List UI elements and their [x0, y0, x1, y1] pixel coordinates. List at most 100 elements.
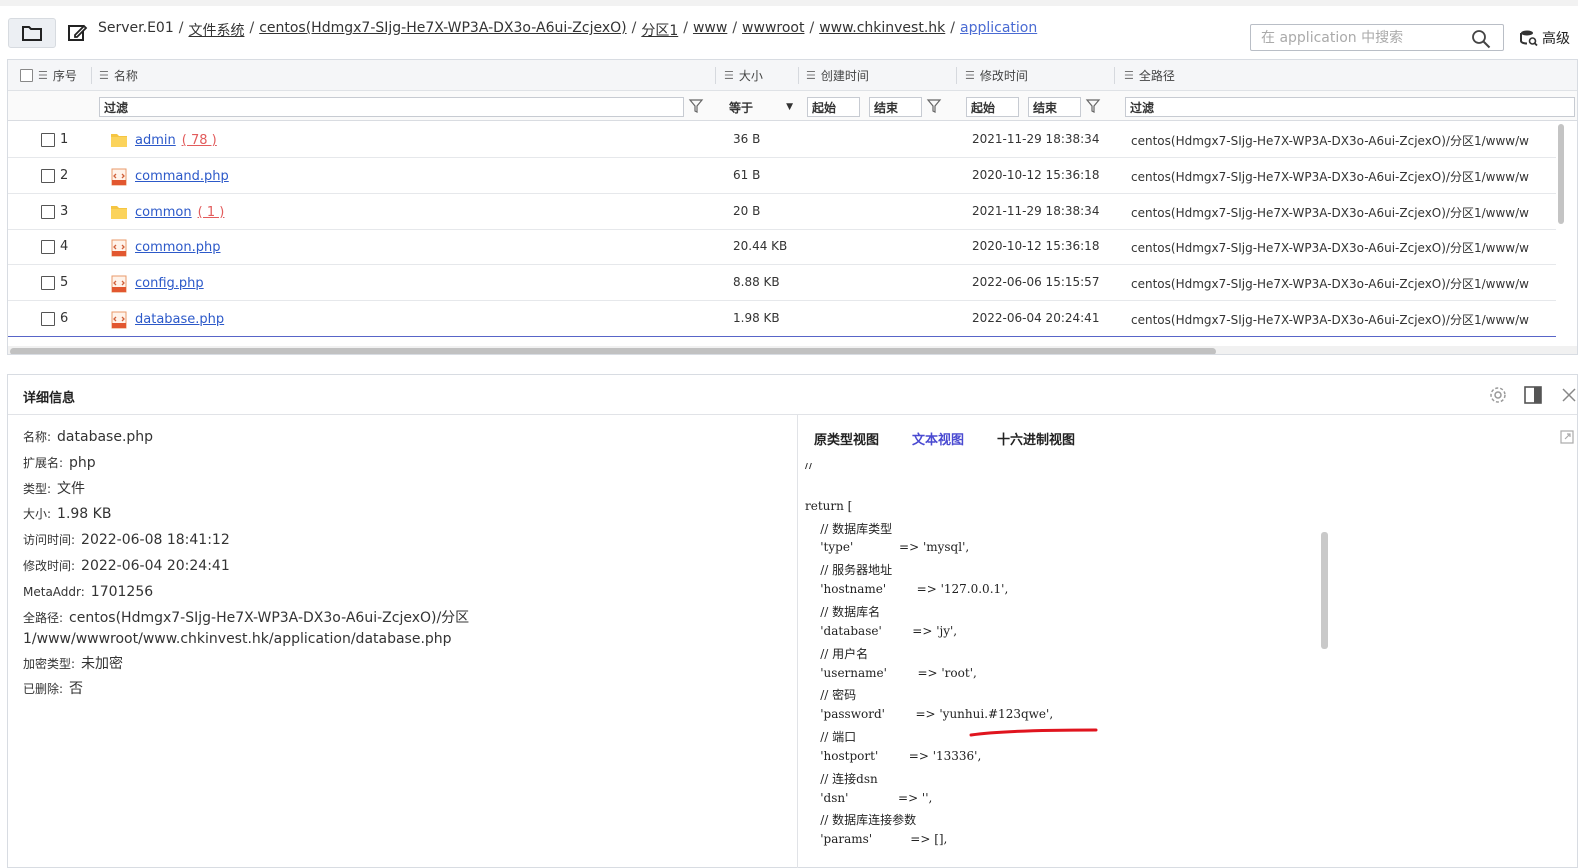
row-index: 3: [60, 203, 69, 219]
file-name-link[interactable]: command.php: [135, 169, 229, 184]
column-menu-icon[interactable]: ☰: [806, 69, 816, 82]
top-toolbar: Server.E01/文件系统 / centos(Hdmgx7-SIjg-He7X-…: [0, 0, 1578, 62]
php-file-icon: [110, 239, 128, 257]
modified-start-input[interactable]: 起始: [966, 97, 1019, 117]
breadcrumb-separator: /: [249, 20, 255, 36]
breadcrumb-item[interactable]: 文件系统: [188, 20, 244, 40]
file-size: 1.98 KB: [733, 311, 780, 325]
code-line: 'username' => 'root',: [805, 665, 977, 680]
breadcrumb-item[interactable]: Server.E01: [98, 20, 174, 40]
code-line: 'params' => [],: [805, 832, 948, 847]
detail-header: 详细信息: [8, 375, 1577, 415]
search-box[interactable]: [1250, 24, 1504, 51]
row-checkbox[interactable]: [41, 240, 55, 255]
header-index[interactable]: ☰ 序号: [20, 60, 77, 91]
breadcrumb-item[interactable]: 分区1: [641, 20, 678, 40]
property-value: centos(Hdmgx7-SIjg-He7X-WP3A-DX3o-A6ui-Z…: [69, 609, 470, 626]
table-row[interactable]: 4 common.php 20.44 KB 2020-10-12 15:36:18 ce…: [8, 229, 1556, 266]
table-row[interactable]: 5 config.php 8.88 KB 2022-06-06 15:15:57 cen…: [8, 265, 1556, 302]
property-key: 访问时间:: [23, 533, 76, 548]
property-value: 否: [69, 681, 84, 698]
column-menu-icon[interactable]: ☰: [99, 69, 109, 82]
size-operator-select[interactable]: 等于 ▼: [725, 97, 795, 117]
gear-icon[interactable]: [1488, 385, 1508, 405]
view-tab[interactable]: 十六进制视图: [997, 429, 1075, 448]
horizontal-scrollbar[interactable]: [10, 348, 1216, 354]
path-filter-input[interactable]: 过滤: [1125, 97, 1575, 117]
file-name-link[interactable]: admin ( 78 ): [135, 133, 217, 148]
php-file-icon: [110, 168, 128, 186]
select-all-checkbox[interactable]: [20, 69, 33, 82]
modified-end-input[interactable]: 结束: [1028, 97, 1081, 117]
property-value: 文件: [57, 480, 86, 497]
property-row: 名称: database.php: [23, 425, 469, 451]
vertical-scrollbar[interactable]: [1558, 124, 1564, 224]
column-menu-icon[interactable]: ☰: [38, 69, 48, 82]
edit-icon[interactable]: [66, 22, 88, 44]
filter-icon[interactable]: [688, 98, 704, 114]
file-name-link[interactable]: config.php: [135, 276, 204, 291]
property-row: MetaAddr: 1701256: [23, 580, 469, 606]
full-path: centos(Hdmgx7-SIjg-He7X-WP3A-DX3o-A6ui-Z…: [1131, 169, 1529, 184]
filter-icon[interactable]: [1085, 98, 1101, 114]
toggle-panel-icon[interactable]: [1523, 385, 1543, 405]
header-fullpath[interactable]: ☰ 全路径: [1124, 60, 1175, 91]
file-name-link[interactable]: common.php: [135, 240, 221, 255]
header-modified[interactable]: ☰ 修改时间: [965, 60, 1028, 91]
property-value: database.php: [57, 429, 154, 445]
header-created[interactable]: ☰ 创建时间: [806, 60, 869, 91]
item-count[interactable]: ( 78 ): [182, 133, 217, 148]
row-checkbox[interactable]: [41, 168, 55, 183]
breadcrumb-separator: /: [809, 20, 815, 36]
row-checkbox[interactable]: [41, 312, 55, 326]
search-input[interactable]: [1251, 25, 1461, 50]
column-menu-icon[interactable]: ☰: [965, 69, 975, 82]
close-icon[interactable]: [1560, 385, 1578, 405]
modified-time: 2020-10-12 15:36:18: [972, 239, 1100, 254]
breadcrumb-item[interactable]: www.chkinvest.hk: [819, 20, 945, 40]
row-index: 4: [60, 239, 69, 255]
file-name-link[interactable]: database.php: [135, 312, 224, 327]
breadcrumb-separator: /: [950, 20, 955, 36]
file-name-link[interactable]: common ( 1 ): [135, 205, 224, 220]
expand-icon[interactable]: [1560, 430, 1574, 444]
header-name[interactable]: ☰ 名称: [99, 60, 138, 91]
row-checkbox[interactable]: [41, 204, 55, 219]
table-row[interactable]: 2 command.php 61 B 2020-10-12 15:36:18 cento…: [8, 158, 1556, 194]
name-filter-input[interactable]: 过滤: [99, 97, 684, 117]
view-tab[interactable]: 文本视图: [912, 429, 964, 448]
php-file-icon: [110, 275, 128, 293]
breadcrumb-item[interactable]: www: [693, 20, 727, 40]
row-index: 2: [60, 167, 69, 183]
table-row[interactable]: 3 common ( 1 ) 20 B 2021-11-29 18:38:34 cento…: [8, 194, 1556, 230]
table-header: ☰ 序号 ☰ 名称 ☰ 大小 ☰ 创建时间 ☰ 修改时间 ☰ 全路径: [8, 60, 1577, 91]
table-row[interactable]: 6 database.php 1.98 KB 2022-06-04 20:24:41 c…: [8, 301, 1556, 337]
property-row-fullpath: 全路径: centos(Hdmgx7-SIjg-He7X-WP3A-DX3o-A6…: [23, 606, 469, 652]
pane-divider[interactable]: [797, 415, 798, 868]
row-checkbox[interactable]: [41, 276, 55, 291]
column-menu-icon[interactable]: ☰: [724, 69, 734, 82]
folder-icon: [110, 132, 128, 148]
code-line: 'type' => 'mysql',: [805, 540, 970, 555]
column-menu-icon[interactable]: ☰: [1124, 69, 1134, 82]
breadcrumb-item[interactable]: application: [960, 20, 1037, 40]
created-end-input[interactable]: 结束: [869, 97, 922, 117]
property-key: 大小:: [23, 507, 52, 522]
view-tab[interactable]: 原类型视图: [814, 429, 879, 448]
search-icon[interactable]: [1471, 29, 1491, 49]
code-line: // 用户名: [805, 646, 869, 661]
code-vertical-scrollbar[interactable]: [1321, 532, 1328, 649]
header-size[interactable]: ☰ 大小: [724, 60, 763, 91]
created-start-input[interactable]: 起始: [807, 97, 860, 117]
advanced-search-button[interactable]: 高级: [1520, 28, 1570, 48]
property-value: 1701256: [90, 583, 154, 600]
breadcrumb-item[interactable]: wwwroot: [742, 20, 804, 40]
view-tabs: 原类型视图 文本视图 十六进制视图: [814, 429, 1108, 448]
table-row[interactable]: 1 admin ( 78 ) 36 B 2021-11-29 18:38:34 cento…: [8, 122, 1556, 158]
filter-icon[interactable]: [926, 98, 942, 114]
property-key: 已删除:: [23, 682, 64, 697]
folder-button[interactable]: [8, 18, 56, 48]
row-checkbox[interactable]: [41, 133, 55, 147]
item-count[interactable]: ( 1 ): [198, 205, 225, 220]
breadcrumb-item[interactable]: centos(Hdmgx7-SIjg-He7X-WP3A-DX3o-A6ui-Z…: [259, 20, 626, 40]
